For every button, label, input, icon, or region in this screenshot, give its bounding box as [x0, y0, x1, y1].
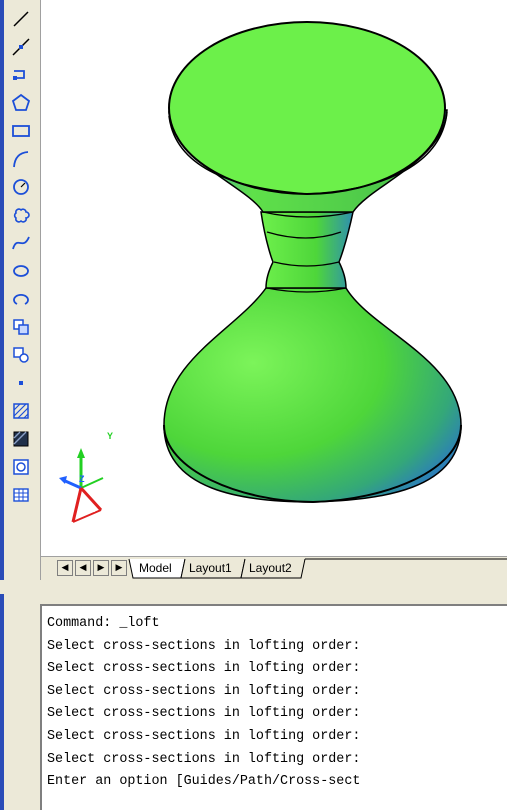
table-icon[interactable]: [10, 484, 32, 506]
hatch-icon[interactable]: [10, 400, 32, 422]
tab-model[interactable]: Model: [139, 559, 172, 579]
first-tab-button[interactable]: ◀: [57, 560, 73, 576]
line-icon[interactable]: [10, 8, 32, 30]
command-prompt[interactable]: Enter an option [Guides/Path/Cross-sect: [47, 771, 507, 794]
command-window-edge: [0, 594, 4, 810]
spline-icon[interactable]: [10, 232, 32, 254]
polygon-icon[interactable]: [10, 92, 32, 114]
ellipse-arc-icon[interactable]: [10, 288, 32, 310]
gradient-icon[interactable]: [10, 428, 32, 450]
command-line: Select cross-sections in lofting order:: [47, 683, 361, 699]
construction-line-icon[interactable]: [10, 36, 32, 58]
point-icon[interactable]: [10, 372, 32, 394]
circle-icon[interactable]: [10, 176, 32, 198]
command-line: Select cross-sections in lofting order:: [47, 661, 361, 677]
loft-solid-neck: [260, 211, 354, 293]
loft-solid-base: [163, 287, 462, 504]
window-splitter[interactable]: [0, 580, 507, 594]
previous-tab-button[interactable]: ◀: [75, 560, 91, 576]
command-window: Command: _loft Select cross-sections in …: [0, 594, 507, 810]
ucs-y-label: Y: [107, 431, 114, 441]
next-tab-button[interactable]: ▶: [93, 560, 109, 576]
tab-layout1[interactable]: Layout1: [189, 559, 232, 579]
make-block-icon[interactable]: [10, 344, 32, 366]
revision-cloud-icon[interactable]: [10, 204, 32, 226]
layout-tab-strip: ◀ ◀ ▶ ▶ Model Layout1 Layout2: [41, 556, 507, 581]
ucs-x-label: X: [89, 504, 96, 514]
command-history[interactable]: Command: _loft Select cross-sections in …: [40, 604, 507, 810]
polyline-icon[interactable]: [10, 64, 32, 86]
insert-block-icon[interactable]: [10, 316, 32, 338]
ucs-icon: [59, 448, 104, 523]
command-line: Select cross-sections in lofting order:: [47, 706, 361, 722]
last-tab-button[interactable]: ▶: [111, 560, 127, 576]
command-line: Select cross-sections in lofting order:: [47, 638, 361, 654]
command-line: Select cross-sections in lofting order:: [47, 728, 361, 744]
arc-icon[interactable]: [10, 148, 32, 170]
toolbar-edge: [0, 0, 4, 580]
ellipse-icon[interactable]: [10, 260, 32, 282]
ucs-z-label: Z: [79, 474, 85, 484]
draw-toolbar: [0, 0, 41, 580]
loft-solid-top-face: [168, 21, 448, 195]
rectangle-icon[interactable]: [10, 120, 32, 142]
command-line: Select cross-sections in lofting order:: [47, 751, 361, 767]
region-icon[interactable]: [10, 456, 32, 478]
command-line: Command: _loft: [47, 616, 160, 631]
command-window-gutter: [0, 594, 40, 810]
tab-layout2[interactable]: Layout2: [249, 559, 292, 579]
drawing-viewport[interactable]: Y Z X: [41, 0, 507, 556]
